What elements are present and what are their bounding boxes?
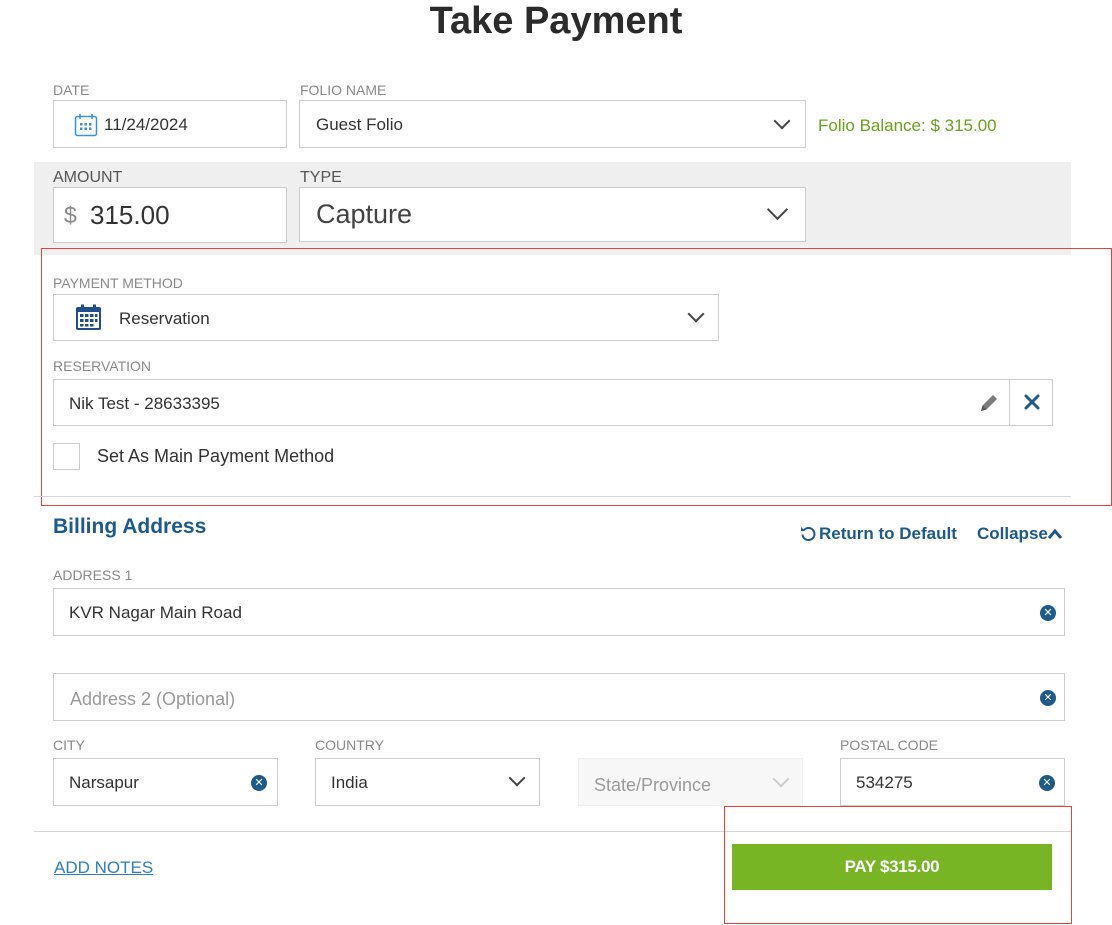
city-value: Narsapur (69, 773, 139, 792)
state-placeholder: State/Province (594, 775, 712, 795)
type-select[interactable]: Capture (299, 187, 806, 242)
payment-method-label: PAYMENT METHOD (53, 275, 183, 291)
reservation-label: RESERVATION (53, 358, 152, 374)
calendar-icon (75, 304, 102, 336)
main-method-label: Set As Main Payment Method (97, 446, 335, 466)
country-select[interactable]: India (315, 758, 540, 806)
undo-icon (800, 525, 816, 546)
reservation-field[interactable]: Nik Test - 28633395 (53, 379, 1010, 426)
address1-value: KVR Nagar Main Road (69, 603, 242, 622)
payment-method-value: Reservation (119, 309, 210, 328)
city-input[interactable]: Narsapur ✕ (53, 758, 278, 806)
postal-input[interactable]: 534275 ✕ (840, 758, 1065, 806)
pencil-icon[interactable] (978, 392, 1000, 419)
chevron-up-icon (1047, 527, 1063, 546)
chevron-down-icon (687, 305, 705, 323)
amount-label: AMOUNT (53, 169, 123, 186)
main-method-checkbox[interactable] (53, 443, 80, 470)
close-icon (1023, 393, 1041, 416)
amount-field[interactable]: $ 315.00 (53, 187, 287, 243)
folio-select[interactable]: Guest Folio (299, 100, 806, 148)
chevron-down-icon (773, 112, 791, 130)
type-value: Capture (316, 199, 413, 229)
chevron-down-icon (772, 770, 790, 788)
add-notes-link[interactable]: ADD NOTES (54, 858, 153, 878)
reservation-value: Nik Test - 28633395 (69, 394, 220, 413)
address1-input[interactable]: KVR Nagar Main Road ✕ (53, 588, 1065, 636)
clear-reservation-button[interactable] (1009, 379, 1053, 426)
calendar-icon[interactable] (74, 113, 98, 142)
postal-label: POSTAL CODE (840, 737, 939, 753)
address2-input[interactable]: Address 2 (Optional) ✕ (53, 673, 1065, 721)
folio-label: FOLIO NAME (300, 82, 387, 98)
postal-value: 534275 (856, 773, 913, 792)
payment-method-highlight (41, 248, 1112, 506)
clear-icon[interactable]: ✕ (251, 775, 267, 791)
state-select[interactable]: State/Province (578, 758, 803, 806)
clear-icon[interactable]: ✕ (1040, 605, 1056, 621)
clear-icon[interactable]: ✕ (1040, 690, 1056, 706)
folio-balance: Folio Balance: $ 315.00 (818, 116, 997, 135)
date-label: DATE (53, 82, 90, 98)
billing-address-title: Billing Address (53, 515, 207, 538)
city-label: CITY (53, 737, 85, 753)
clear-icon[interactable]: ✕ (1039, 775, 1055, 791)
address2-placeholder: Address 2 (Optional) (70, 689, 236, 709)
divider (34, 496, 1071, 497)
address1-label: ADDRESS 1 (53, 567, 133, 583)
chevron-down-icon (766, 198, 789, 221)
type-label: TYPE (300, 169, 342, 186)
country-label: COUNTRY (315, 737, 384, 753)
amount-value: 315.00 (90, 200, 170, 230)
folio-value: Guest Folio (316, 115, 403, 134)
page-title: Take Payment (429, 0, 683, 42)
payment-method-select[interactable]: Reservation (53, 294, 719, 341)
date-field[interactable]: 11/24/2024 (53, 100, 287, 148)
chevron-down-icon (508, 769, 526, 787)
country-value: India (331, 773, 368, 792)
currency-symbol: $ (64, 202, 77, 228)
date-value: 11/24/2024 (104, 115, 188, 134)
pay-button[interactable]: PAY $315.00 (732, 844, 1052, 890)
